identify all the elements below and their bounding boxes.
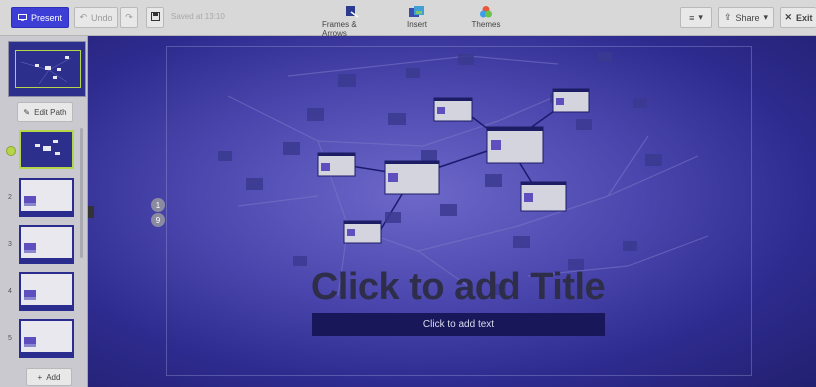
themes-icon	[477, 4, 495, 20]
close-icon: ✕	[784, 12, 793, 22]
frames-icon	[343, 4, 361, 20]
present-label: Present	[30, 12, 63, 23]
exit-button[interactable]: ✕ Exit	[780, 7, 816, 28]
slide-subtitle-placeholder[interactable]: Click to add text	[312, 313, 605, 336]
slide-image-placeholder	[24, 337, 36, 347]
undo-label: Undo	[91, 12, 113, 23]
overview-selection-frame	[15, 50, 81, 88]
edit-path-button[interactable]: ✎ Edit Path	[17, 102, 73, 122]
slide-thumbnail-4[interactable]	[19, 272, 74, 311]
themes-tool[interactable]: Themes	[464, 4, 508, 29]
path-step-badge[interactable]: 1	[151, 198, 165, 212]
save-button[interactable]	[146, 7, 164, 28]
insert-icon	[408, 4, 426, 20]
present-button[interactable]: Present	[11, 7, 69, 28]
slide-list: 2 3 4 5	[0, 126, 88, 358]
insert-tool[interactable]: Insert	[395, 4, 439, 29]
slide-list-scrollbar[interactable]	[80, 128, 83, 258]
presentation-canvas[interactable]: 1 9 Click to add Title Click to add text	[88, 36, 816, 387]
path-sidebar: ✎ Edit Path 2 3 4 5 + Add	[0, 36, 88, 387]
menu-icon: ≡	[689, 12, 695, 23]
slide-thumbnail-3[interactable]	[19, 225, 74, 264]
share-icon: ⇪	[723, 12, 732, 22]
slide-band	[21, 305, 72, 309]
menu-button[interactable]: ≡ ▾	[680, 7, 712, 28]
undo-icon: ↶	[79, 12, 88, 22]
slide-number: 3	[8, 241, 12, 248]
overview-thumbnail[interactable]	[8, 41, 86, 97]
share-button[interactable]: ⇪ Share ▾	[718, 7, 774, 28]
prezi-editor: Present ↶ Undo ↷ Saved at 13:10 Frames &…	[0, 0, 816, 387]
slide-band	[21, 258, 72, 262]
add-label: Add	[46, 372, 61, 382]
exit-label: Exit	[796, 12, 813, 23]
slide-thumbnail-2[interactable]	[19, 178, 74, 217]
slide-thumbnail-5[interactable]	[19, 319, 74, 358]
slide-image-placeholder	[24, 196, 36, 206]
redo-icon: ↷	[125, 12, 133, 22]
insert-label: Insert	[406, 20, 427, 29]
saved-status: Saved at 13:10	[171, 12, 225, 21]
slide-image-placeholder	[24, 243, 36, 253]
chevron-down-icon: ▾	[698, 12, 703, 22]
pencil-icon: ✎	[23, 107, 31, 117]
slide-number: 2	[8, 194, 12, 201]
slide-number: 4	[8, 288, 12, 295]
slide-title-placeholder[interactable]: Click to add Title	[308, 266, 608, 309]
slide-number: 5	[8, 335, 12, 342]
share-label: Share	[735, 12, 760, 23]
chevron-down-icon: ▾	[763, 12, 769, 22]
frames-arrows-tool[interactable]: Frames & Arrows	[322, 4, 382, 38]
slide-band	[21, 352, 72, 356]
present-icon	[17, 13, 27, 23]
plus-icon: +	[37, 372, 43, 382]
edit-path-label: Edit Path	[34, 107, 67, 117]
undo-button[interactable]: ↶ Undo	[74, 7, 118, 28]
active-slide-indicator	[6, 146, 16, 156]
slide-thumbnail-1[interactable]	[19, 130, 74, 169]
slide-band	[21, 211, 72, 215]
sidebar-collapse-handle[interactable]	[88, 206, 94, 218]
add-slide-button[interactable]: + Add	[26, 368, 72, 386]
slide-network-image	[35, 140, 60, 155]
top-toolbar: Present ↶ Undo ↷ Saved at 13:10 Frames &…	[0, 0, 816, 38]
save-icon	[150, 12, 160, 23]
path-step-badge[interactable]: 9	[151, 213, 165, 227]
redo-button[interactable]: ↷	[120, 7, 138, 28]
slide-image-placeholder	[24, 290, 36, 300]
themes-label: Themes	[471, 20, 501, 29]
